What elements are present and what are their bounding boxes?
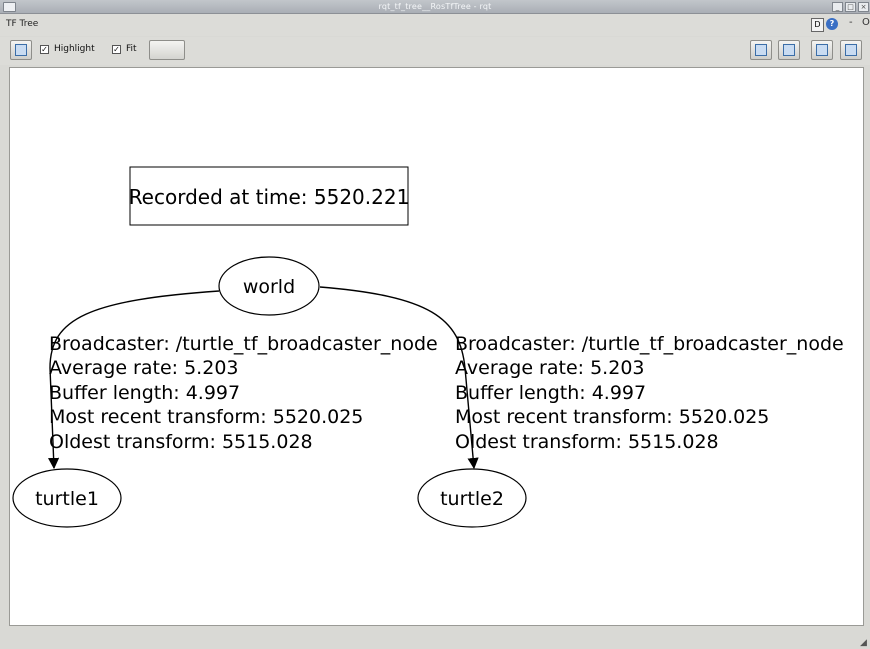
edge-world-turtle2 [319, 286, 479, 470]
buffer-length-label: Buffer length: 4.997 [49, 382, 240, 404]
fit-in-view-button[interactable] [149, 40, 185, 60]
save-svg-icon [816, 44, 828, 56]
most-recent-transform-label: Most recent transform: 5520.025 [49, 406, 363, 428]
highlight-label: Highlight [54, 44, 95, 54]
close-panel-button[interactable]: O [862, 17, 870, 28]
broadcaster-label: Broadcaster: /turtle_tf_broadcaster_node [49, 333, 438, 355]
window-titlebar[interactable]: rqt_tf_tree__RosTfTree - rqt _ □ × [0, 0, 870, 14]
refresh-graph-button[interactable] [10, 40, 32, 60]
save-dot-button[interactable] [778, 40, 800, 60]
save-svg-button[interactable] [811, 40, 833, 60]
fit-checkbox[interactable]: ✓ [112, 45, 121, 54]
load-dot-button[interactable] [750, 40, 772, 60]
oldest-transform-label: Oldest transform: 5515.028 [455, 431, 719, 453]
maximize-icon[interactable]: □ [845, 2, 856, 12]
save-image-icon [845, 44, 857, 56]
average-rate-label: Average rate: 5.203 [49, 357, 239, 379]
fit-label: Fit [126, 44, 137, 54]
save-dot-icon [783, 44, 795, 56]
edge-label-turtle2: Broadcaster: /turtle_tf_broadcaster_node… [455, 333, 844, 453]
broadcaster-label: Broadcaster: /turtle_tf_broadcaster_node [455, 333, 844, 355]
window-title: rqt_tf_tree__RosTfTree - rqt [378, 2, 492, 11]
close-icon[interactable]: × [858, 2, 869, 12]
recorded-time-label: Recorded at time: 5520.221 [129, 185, 410, 209]
node-turtle2-label: turtle2 [440, 488, 504, 510]
node-world-label: world [243, 276, 295, 298]
open-icon [755, 44, 767, 56]
most-recent-transform-label: Most recent transform: 5520.025 [455, 406, 769, 428]
highlight-checkbox[interactable]: ✓ [40, 45, 49, 54]
tf-graph-svg[interactable]: Recorded at time: 5520.221 world turtle1… [10, 68, 865, 627]
resize-grip-icon[interactable]: ◢ [860, 638, 867, 648]
buffer-length-label: Buffer length: 4.997 [455, 382, 646, 404]
edge-label-turtle1: Broadcaster: /turtle_tf_broadcaster_node… [49, 333, 438, 453]
dock-d-button[interactable]: D [811, 18, 824, 32]
refresh-graph-icon [15, 44, 27, 56]
hide-panel-button[interactable]: - [849, 17, 853, 28]
minimize-icon[interactable]: _ [832, 2, 843, 12]
help-icon[interactable]: ? [826, 18, 838, 30]
plugin-header: TF Tree D ? - O [0, 14, 870, 36]
node-turtle1-label: turtle1 [35, 488, 99, 510]
oldest-transform-label: Oldest transform: 5515.028 [49, 431, 313, 453]
plugin-title: TF Tree [6, 19, 39, 29]
average-rate-label: Average rate: 5.203 [455, 357, 645, 379]
tf-graph-canvas[interactable]: Recorded at time: 5520.221 world turtle1… [9, 67, 864, 626]
save-image-button[interactable] [840, 40, 862, 60]
